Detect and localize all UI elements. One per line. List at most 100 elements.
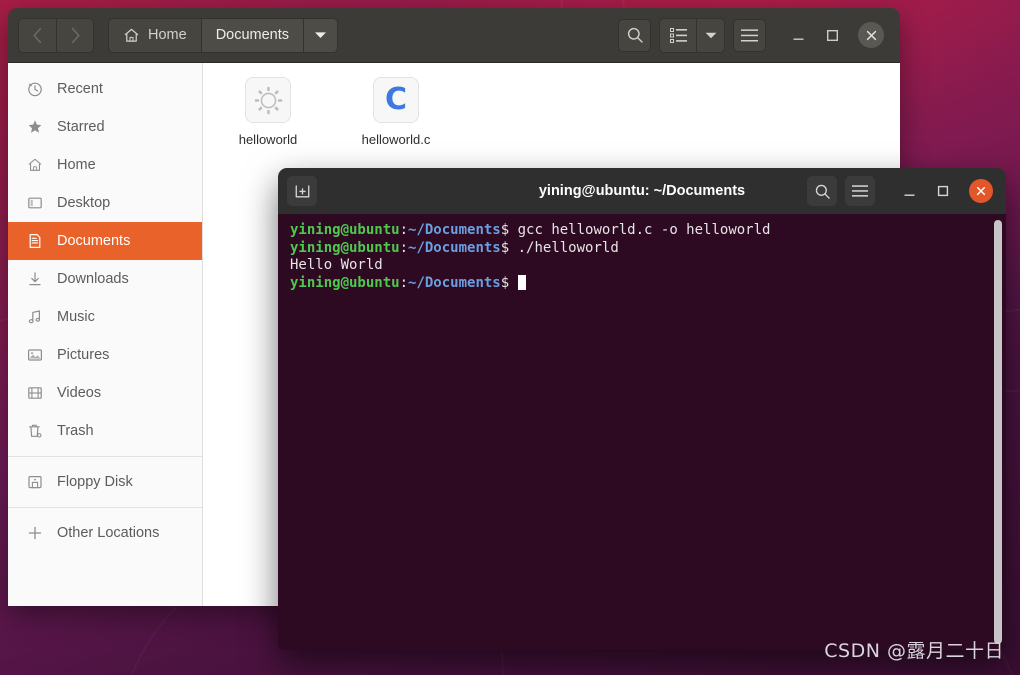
sidebar-item-label: Recent <box>57 81 103 97</box>
file-manager-window-controls <box>790 22 884 48</box>
chevron-down-icon <box>315 32 327 38</box>
sidebar-item-recent[interactable]: Recent <box>8 70 202 108</box>
file-item-helloworld-c[interactable]: C helloworld.c <box>353 77 439 148</box>
sidebar-item-label: Floppy Disk <box>57 474 133 490</box>
terminal-window: yining@ubuntu: ~/Documents yining@ubuntu… <box>278 168 1006 650</box>
star-icon <box>26 119 43 136</box>
file-grid: helloworld C helloworld.c <box>225 77 900 148</box>
search-button[interactable] <box>618 18 651 52</box>
new-tab-icon <box>295 184 309 197</box>
c-source-file-icon: C <box>373 77 419 123</box>
sidebar: Recent Starred Home Desktop Documents Do… <box>8 63 203 606</box>
sidebar-item-label: Desktop <box>57 195 111 211</box>
chevron-down-icon <box>705 32 716 38</box>
sidebar-item-trash[interactable]: Trash <box>8 412 202 450</box>
terminal-prompt-colon: : <box>399 274 409 291</box>
clock-icon <box>26 81 43 98</box>
terminal-prompt-dollar: $ <box>500 239 510 256</box>
terminal-command: gcc helloworld.c -o helloworld <box>509 222 771 238</box>
view-options-dropdown[interactable] <box>696 18 724 52</box>
close-button[interactable] <box>858 22 884 48</box>
close-icon <box>976 186 986 196</box>
sidebar-item-home[interactable]: Home <box>8 146 202 184</box>
sidebar-item-label: Videos <box>57 385 102 401</box>
sidebar-item-label: Pictures <box>57 347 110 363</box>
terminal-prompt-dollar: $ <box>500 222 510 238</box>
sidebar-item-other-locations[interactable]: Other Locations <box>8 514 202 552</box>
document-icon <box>26 233 43 250</box>
maximize-icon <box>826 29 838 41</box>
maximize-button[interactable] <box>935 183 951 199</box>
breadcrumb-item-documents[interactable]: Documents <box>200 18 304 52</box>
search-icon <box>815 184 830 199</box>
home-icon <box>124 28 139 42</box>
home-icon <box>26 157 43 174</box>
file-item-label: helloworld <box>238 132 298 147</box>
plus-icon <box>26 525 43 542</box>
sidebar-item-label: Starred <box>57 119 105 135</box>
floppy-disk-icon <box>26 474 43 491</box>
forward-button[interactable] <box>56 18 93 52</box>
breadcrumb-item-home[interactable]: Home <box>109 18 201 52</box>
breadcrumb-home-label: Home <box>148 27 187 43</box>
sidebar-divider <box>8 507 202 508</box>
sidebar-item-videos[interactable]: Videos <box>8 374 202 412</box>
picture-icon <box>26 347 43 364</box>
desktop-icon <box>26 195 43 212</box>
maximize-button[interactable] <box>824 27 840 43</box>
executable-gear-icon <box>245 77 291 123</box>
sidebar-item-label: Music <box>57 309 95 325</box>
terminal-scrollbar[interactable] <box>994 220 1002 644</box>
minimize-button[interactable] <box>901 183 917 199</box>
sidebar-item-label: Documents <box>57 233 131 249</box>
sidebar-item-label: Other Locations <box>57 525 160 541</box>
terminal-header-actions <box>807 176 997 206</box>
video-icon <box>26 385 43 402</box>
terminal-output-area[interactable]: yining@ubuntu:~/Documents$ gcc helloworl… <box>278 214 1006 650</box>
chevron-right-icon <box>71 27 80 43</box>
sidebar-item-downloads[interactable]: Downloads <box>8 260 202 298</box>
terminal-menu-button[interactable] <box>845 176 875 206</box>
file-item-helloworld[interactable]: helloworld <box>225 77 311 148</box>
sidebar-item-desktop[interactable]: Desktop <box>8 184 202 222</box>
terminal-prompt-colon: : <box>399 222 409 238</box>
sidebar-item-music[interactable]: Music <box>8 298 202 336</box>
main-menu-button[interactable] <box>733 18 766 52</box>
terminal-prompt-path: ~/Documents <box>408 274 501 291</box>
terminal-line: yining@ubuntu:~/Documents$ <box>290 274 994 293</box>
terminal-command <box>509 275 517 291</box>
file-manager-headerbar: Home Documents <box>8 8 900 63</box>
trash-icon <box>26 423 43 440</box>
back-button[interactable] <box>19 18 56 52</box>
sidebar-item-pictures[interactable]: Pictures <box>8 336 202 374</box>
terminal-prompt-user: yining@ubuntu <box>290 274 400 291</box>
terminal-prompt-user: yining@ubuntu <box>290 239 400 256</box>
new-tab-button[interactable] <box>287 176 317 206</box>
minimize-button[interactable] <box>790 27 806 43</box>
list-view-icon <box>669 27 687 43</box>
sidebar-item-label: Trash <box>57 423 94 439</box>
terminal-headerbar: yining@ubuntu: ~/Documents <box>278 168 1006 214</box>
minimize-icon <box>793 38 803 40</box>
sidebar-item-starred[interactable]: Starred <box>8 108 202 146</box>
navigation-button-group <box>18 17 94 53</box>
terminal-output-text: Hello World <box>290 257 383 273</box>
view-mode-group <box>659 17 725 53</box>
terminal-search-button[interactable] <box>807 176 837 206</box>
terminal-prompt-user: yining@ubuntu <box>290 222 400 238</box>
terminal-prompt-dollar: $ <box>500 274 510 291</box>
terminal-line: Hello World <box>290 257 994 275</box>
minimize-icon <box>904 194 914 196</box>
close-button[interactable] <box>969 179 993 203</box>
sidebar-item-floppy-disk[interactable]: Floppy Disk <box>8 463 202 501</box>
sidebar-item-documents[interactable]: Documents <box>8 222 202 260</box>
hamburger-menu-icon <box>852 185 868 197</box>
desktop: Home Documents Recent Starred Home Deskt… <box>0 0 1020 675</box>
breadcrumb-dropdown-button[interactable] <box>303 18 338 52</box>
list-view-button[interactable] <box>660 18 696 52</box>
terminal-command: ./helloworld <box>509 239 619 256</box>
terminal-prompt-path: ~/Documents <box>408 239 501 256</box>
maximize-icon <box>937 185 949 197</box>
sidebar-item-label: Home <box>57 157 96 173</box>
terminal-prompt-path: ~/Documents <box>408 222 501 238</box>
